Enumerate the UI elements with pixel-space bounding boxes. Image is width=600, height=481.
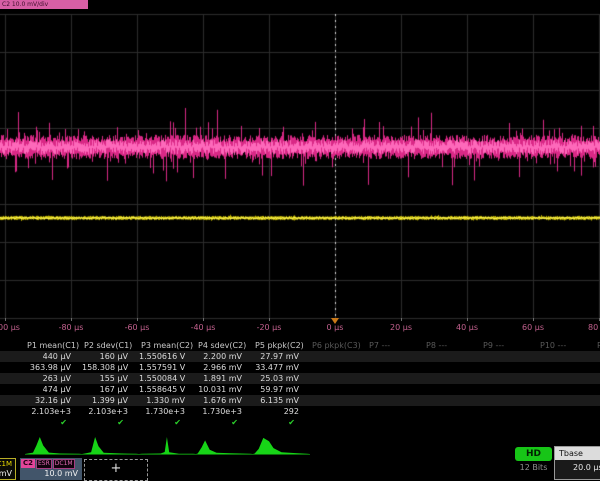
c1-coupling-label: DC1M [0,459,15,469]
axis-label: -20 µs [247,323,291,332]
measure-num-p5: 292 [253,406,310,417]
measure-header-9[interactable]: P9 --- [481,340,540,351]
hd-mode-badge[interactable]: HD [515,447,552,461]
measure-value-p5: 27.97 mV [253,351,310,362]
axis-label: -40 µs [181,323,225,332]
measure-row-sdev: 32.16 µV1.399 µV1.330 mV1.676 mV6.135 mV [0,395,600,406]
measure-header-2[interactable]: P2 sdev(C1) [82,340,141,351]
axis-label: 60 µs [511,323,555,332]
oscilloscope-screen: { "window": {"bg": "#000000"}, "trace_ta… [0,0,600,480]
axis-tick [401,318,402,321]
measurement-table: P1 mean(C1)P2 sdev(C1)P3 mean(C2)P4 sdev… [0,340,600,428]
axis-tick [467,318,468,321]
measure-status-row: ✔✔✔✔✔ [0,417,600,428]
measure-max-p2: 167 µV [82,384,139,395]
trigger-position-marker[interactable] [331,318,339,324]
trace-tab-c2[interactable]: C2 10.0 mV/div [0,0,88,9]
measure-num-p4: 1.730e+3 [196,406,253,417]
measure-mean-p1: 363.98 µV [25,362,82,373]
measure-header-1[interactable]: P1 mean(C1) [25,340,84,351]
axis-tick [269,318,270,321]
measure-sdev-p3: 1.330 mV [139,395,196,406]
measure-sdev-p2: 1.399 µV [82,395,139,406]
measure-min-p4: 1.891 mV [196,373,253,384]
add-trace-button[interactable]: + [84,459,148,481]
measure-header-11[interactable]: P11 [595,340,600,351]
histicon-p3 [139,437,196,454]
measure-sdev-p5: 6.135 mV [253,395,310,406]
timebase-descriptor[interactable]: Tbase 20.0 µs/div [554,446,600,480]
axis-tick [137,318,138,321]
measure-status-check-p4: ✔ [196,417,253,428]
histicon-p1 [25,437,82,454]
measure-row-min: 263 µV155 µV1.550084 V1.891 mV25.03 mV [0,373,600,384]
measure-header-5[interactable]: P5 pkpk(C2) [253,340,312,351]
measurement-histicons [0,434,600,458]
measure-header-10[interactable]: P10 --- [538,340,597,351]
axis-label: 0 µs [313,323,357,332]
measure-min-p1: 263 µV [25,373,82,384]
c2-channel-badge: C2 [21,459,35,468]
measure-max-p1: 474 µV [25,384,82,395]
axis-tick [533,318,534,321]
axis-tick [71,318,72,321]
axis-label: -100 µs [0,323,27,332]
axis-tick [203,318,204,321]
measure-min-p3: 1.550084 V [139,373,196,384]
measure-status-check-p2: ✔ [82,417,139,428]
timebase-title: Tbase [555,447,600,460]
timebase-value: 20.0 µs/div [555,460,600,479]
axis-label: 20 µs [379,323,423,332]
measure-mean-p4: 2.966 mV [196,362,253,373]
measure-status-check-p1: ✔ [25,417,82,428]
c1-scale-label: 10.0 mV [0,469,15,479]
measure-min-p5: 25.03 mV [253,373,310,384]
histicon-p5 [253,438,310,454]
axis-tick [5,318,6,321]
measure-row-value: 440 µV160 µV1.550616 V2.200 mV27.97 mV [0,351,600,362]
time-axis: -100 µs -80 µs -60 µs -40 µs -20 µs 0 µs 20 µs… [0,318,600,338]
measure-row-mean: 363.98 µV158.308 µV1.557591 V2.966 mV33.… [0,362,600,373]
measure-num-p3: 1.730e+3 [139,406,196,417]
measure-header-6[interactable]: P6 pkpk(C3) [310,340,369,351]
measure-header-7[interactable]: P7 --- [367,340,426,351]
plus-icon: + [111,461,122,476]
measure-min-p2: 155 µV [82,373,139,384]
measure-sdev-p4: 1.676 mV [196,395,253,406]
hd-bits-label: 12 Bits [511,463,556,472]
waveform-display [0,0,600,340]
measure-num-p1: 2.103e+3 [25,406,82,417]
measure-mean-p2: 158.308 µV [82,362,139,373]
measure-num-p2: 2.103e+3 [82,406,139,417]
measure-max-p4: 10.031 mV [196,384,253,395]
c2-scale-label: 10.0 mV [20,469,82,480]
measure-header-8[interactable]: P8 --- [424,340,483,351]
axis-label: -60 µs [115,323,159,332]
channel-descriptor-c2[interactable]: C2 ESR DC1M 10.0 mV [20,458,82,480]
measure-max-p3: 1.558645 V [139,384,196,395]
measure-row-num: 2.103e+32.103e+31.730e+31.730e+3292 [0,406,600,417]
c2-coupling-badge: DC1M [53,459,75,469]
measure-value-p1: 440 µV [25,351,82,362]
c2-eres-badge: ESR [36,459,52,469]
histicon-p4 [196,440,253,454]
channel-descriptor-c1[interactable]: DC1M 10.0 mV [0,458,16,480]
measure-value-p3: 1.550616 V [139,351,196,362]
measure-header-3[interactable]: P3 mean(C2) [139,340,198,351]
measure-sdev-p1: 32.16 µV [25,395,82,406]
measure-status-check-p3: ✔ [139,417,196,428]
measure-mean-p3: 1.557591 V [139,362,196,373]
measure-value-p4: 2.200 mV [196,351,253,362]
axis-label: -80 µs [49,323,93,332]
measure-mean-p5: 33.477 mV [253,362,310,373]
histicon-p2 [82,437,139,454]
axis-label: 80 µs [577,323,600,332]
measure-header-row: P1 mean(C1)P2 sdev(C1)P3 mean(C2)P4 sdev… [0,340,600,351]
measure-header-4[interactable]: P4 sdev(C2) [196,340,255,351]
measure-max-p5: 59.97 mV [253,384,310,395]
measure-status-check-p5: ✔ [253,417,310,428]
measure-value-p2: 160 µV [82,351,139,362]
measure-row-max: 474 µV167 µV1.558645 V10.031 mV59.97 mV [0,384,600,395]
axis-label: 40 µs [445,323,489,332]
